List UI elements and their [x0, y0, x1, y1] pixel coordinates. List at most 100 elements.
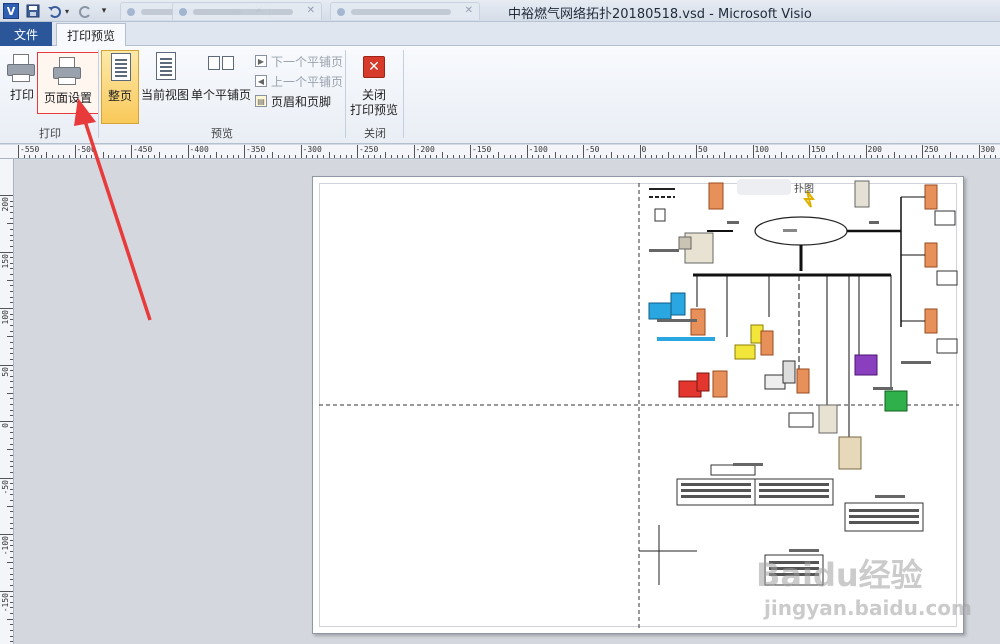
ruler-minor-tick [746, 155, 748, 158]
ruler-label: 100 [754, 145, 769, 154]
ruler-minor-tick [10, 268, 13, 270]
ruler-major-tick [74, 145, 76, 158]
next-tile-button[interactable]: ▶ 下一个平铺页 [255, 52, 343, 70]
ruler-major-tick [357, 145, 358, 158]
tab-file[interactable]: 文件 [0, 22, 52, 46]
ruler-minor-tick [876, 155, 878, 158]
ruler-minor-tick [10, 522, 13, 524]
close-tab-icon[interactable]: ✕ [307, 5, 315, 16]
current-view-button[interactable]: 当前视图 [141, 50, 189, 118]
ruler-minor-tick [10, 398, 13, 400]
printer-purple-icon [854, 354, 878, 376]
ruler-minor-tick [10, 240, 13, 242]
ruler-minor-tick [537, 155, 539, 158]
printer-green-icon [884, 390, 908, 412]
ruler-major-tick [131, 145, 132, 158]
ruler-minor-tick [23, 155, 25, 158]
ruler-label: 50 [1, 366, 10, 377]
ruler-minor-tick [769, 155, 771, 158]
ruler-minor-tick [599, 155, 601, 158]
print-button[interactable]: 打印 [6, 50, 38, 118]
ruler-minor-tick [611, 152, 613, 158]
ruler-minor-tick [814, 155, 816, 158]
ruler-label: 150 [1, 253, 10, 268]
ruler-minor-tick [436, 155, 438, 158]
ruler-minor-tick [854, 155, 856, 158]
ruler-minor-tick [786, 155, 788, 158]
ruler-minor-tick [10, 291, 13, 293]
redo-icon[interactable] [78, 2, 94, 20]
ruler-minor-tick [543, 155, 545, 158]
firewall-icon [712, 370, 728, 398]
ruler-minor-tick [266, 155, 268, 158]
ruler-minor-tick [7, 505, 13, 507]
browser-tab[interactable]: ✕ [330, 2, 480, 20]
save-icon[interactable] [25, 2, 41, 20]
close-preview-button[interactable]: ✕ 关闭 打印预览 [350, 50, 398, 118]
ruler-minor-tick [475, 155, 477, 158]
whole-page-button[interactable]: 整页 [101, 50, 139, 124]
next-page-icon: ▶ [255, 55, 267, 67]
ruler-minor-tick [424, 155, 426, 158]
ruler-minor-tick [10, 262, 13, 264]
visio-app-icon[interactable]: V [3, 3, 19, 19]
ruler-minor-tick [385, 152, 387, 158]
print-group-label: 打印 [39, 127, 61, 140]
ruler-label: -100 [1, 536, 10, 556]
ruler-label: -500 [76, 145, 96, 154]
ruler-minor-tick [10, 347, 13, 349]
ruler-minor-tick [622, 155, 624, 158]
undo-icon[interactable] [46, 2, 62, 20]
ruler-major-tick [187, 145, 189, 158]
ruler-minor-tick [10, 234, 13, 236]
ruler-minor-tick [594, 155, 596, 158]
ruler-minor-tick [605, 155, 607, 158]
ruler-label: -300 [302, 145, 322, 154]
ruler-minor-tick [893, 152, 895, 158]
printer-icon [5, 52, 39, 84]
ruler-minor-tick [10, 341, 13, 343]
workstation-blue-icon [648, 302, 672, 320]
close-tab-icon[interactable]: ✕ [465, 5, 473, 16]
ruler-minor-tick [40, 155, 42, 158]
ruler-minor-tick [554, 152, 556, 158]
ruler-minor-tick [645, 155, 647, 158]
workstation-gray-icon [764, 374, 786, 390]
vertical-ruler[interactable]: 200 150 100 50 0 -50 -100 -150 [0, 159, 14, 644]
header-footer-button[interactable]: ▤ 页眉和页脚 [255, 92, 331, 110]
ruler-minor-tick [10, 358, 13, 360]
horizontal-ruler[interactable]: -550 -500 -450 -400 -350 -300 -250 -200 -150 -100… [0, 145, 1000, 159]
ruler-minor-tick [10, 641, 13, 643]
ruler-minor-tick [763, 155, 765, 158]
ruler-minor-tick [7, 562, 13, 564]
ruler-minor-tick [7, 449, 13, 451]
ruler-major-tick [865, 145, 867, 158]
tab-favicon [179, 8, 187, 16]
ruler-minor-tick [927, 155, 929, 158]
customize-toolbar-icon[interactable]: ▾ [98, 2, 110, 20]
ruler-minor-tick [848, 155, 850, 158]
browser-tab[interactable]: ✕ [172, 2, 322, 20]
ruler-minor-tick [390, 155, 392, 158]
ruler-minor-tick [164, 155, 166, 158]
tab-print-preview[interactable]: 打印预览 [56, 23, 126, 47]
undo-dropdown-icon[interactable]: ▾ [62, 2, 72, 20]
workstation-yellow-icon [734, 344, 756, 360]
firewall-icon [924, 308, 938, 334]
ruler-minor-tick [831, 155, 833, 158]
ruler-minor-tick [407, 155, 409, 158]
ribbon-tab-row: 文件 打印预览 [0, 22, 1000, 47]
ruler-minor-tick [10, 601, 13, 603]
ruler-minor-tick [91, 155, 93, 158]
ruler-minor-tick [277, 155, 279, 158]
ruler-minor-tick [10, 324, 13, 326]
prev-tile-button[interactable]: ◀ 上一个平铺页 [255, 72, 343, 90]
page-setup-button[interactable]: 页面设置 [37, 52, 99, 114]
ruler-minor-tick [566, 155, 568, 158]
ruler-minor-tick [10, 500, 13, 502]
single-tile-button[interactable]: 单个平铺页 [191, 50, 251, 118]
ruler-minor-tick [34, 155, 36, 158]
ruler-minor-tick [10, 607, 13, 609]
server-icon [818, 404, 838, 434]
ruler-label: 300 [980, 145, 995, 154]
